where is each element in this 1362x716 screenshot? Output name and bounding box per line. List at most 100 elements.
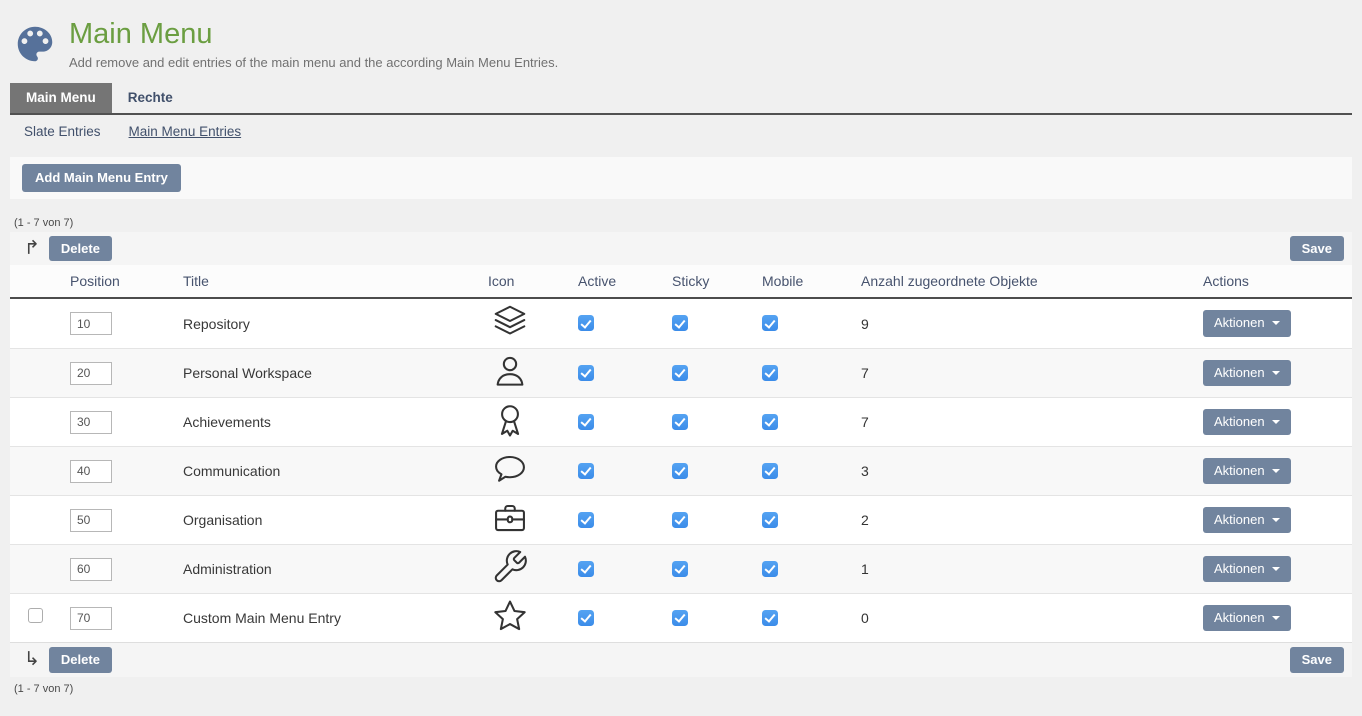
subtab-slate-entries[interactable]: Slate Entries — [24, 124, 101, 139]
aktionen-button[interactable]: Aktionen — [1203, 310, 1291, 337]
caret-down-icon — [1272, 469, 1280, 473]
mobile-checkbox[interactable] — [762, 561, 778, 577]
delete-button-top[interactable]: Delete — [49, 236, 112, 262]
position-input[interactable] — [70, 509, 112, 532]
add-main-menu-entry-button[interactable]: Add Main Menu Entry — [22, 164, 181, 192]
sticky-checkbox[interactable] — [672, 414, 688, 430]
active-checkbox[interactable] — [578, 414, 594, 430]
sticky-checkbox[interactable] — [672, 561, 688, 577]
delete-button-bottom[interactable]: Delete — [49, 647, 112, 673]
table-row: Repository 9 Aktionen — [10, 299, 1352, 348]
column-mobile: Mobile — [762, 273, 861, 289]
row-title: Administration — [183, 561, 460, 577]
assigned-objects-count: 2 — [861, 512, 1203, 528]
mobile-checkbox[interactable] — [762, 463, 778, 479]
tab-rechte[interactable]: Rechte — [112, 83, 189, 113]
mobile-checkbox[interactable] — [762, 610, 778, 626]
save-button-bottom[interactable]: Save — [1290, 647, 1344, 673]
sticky-checkbox[interactable] — [672, 512, 688, 528]
table-toolbar-top: ↱ Delete Save — [10, 232, 1352, 266]
tab-main-menu[interactable]: Main Menu — [10, 83, 112, 113]
page-header: Main Menu Add remove and edit entries of… — [0, 0, 1362, 72]
apply-down-arrow-icon: ↳ — [24, 650, 40, 669]
row-title: Repository — [183, 316, 460, 332]
table-row: Achievements 7 Aktionen — [10, 397, 1352, 446]
caret-down-icon — [1272, 420, 1280, 424]
sticky-checkbox[interactable] — [672, 315, 688, 331]
mobile-checkbox[interactable] — [762, 414, 778, 430]
aktionen-label: Aktionen — [1214, 414, 1265, 430]
star-icon — [488, 597, 532, 635]
position-input[interactable] — [70, 460, 112, 483]
sticky-checkbox[interactable] — [672, 365, 688, 381]
position-input[interactable] — [70, 411, 112, 434]
row-title: Personal Workspace — [183, 365, 460, 381]
table-row: Communication 3 Aktionen — [10, 446, 1352, 495]
table-header-row: Position Title Icon Active Sticky Mobile… — [10, 265, 1352, 299]
row-title: Custom Main Menu Entry — [183, 610, 460, 626]
assigned-objects-count: 0 — [861, 610, 1203, 626]
page-title: Main Menu — [69, 18, 558, 51]
row-title: Achievements — [183, 414, 460, 430]
speech-bubble-icon — [488, 450, 532, 488]
add-toolbar: Add Main Menu Entry — [10, 157, 1352, 199]
active-checkbox[interactable] — [578, 463, 594, 479]
mobile-checkbox[interactable] — [762, 365, 778, 381]
mobile-checkbox[interactable] — [762, 315, 778, 331]
aktionen-label: Aktionen — [1214, 463, 1265, 479]
column-icon: Icon — [460, 273, 578, 289]
aktionen-label: Aktionen — [1214, 610, 1265, 626]
subtab-main-menu-entries[interactable]: Main Menu Entries — [129, 124, 242, 139]
column-anzahl-zugeordnete-objekte: Anzahl zugeordnete Objekte — [861, 273, 1203, 289]
aktionen-button[interactable]: Aktionen — [1203, 409, 1291, 436]
position-input[interactable] — [70, 558, 112, 581]
aktionen-label: Aktionen — [1214, 365, 1265, 381]
aktionen-button[interactable]: Aktionen — [1203, 556, 1291, 583]
pagination-top: (1 - 7 von 7) — [14, 217, 1362, 229]
table-toolbar-bottom: ↳ Delete Save — [10, 642, 1352, 677]
aktionen-button[interactable]: Aktionen — [1203, 360, 1291, 387]
position-input[interactable] — [70, 362, 112, 385]
assigned-objects-count: 1 — [861, 561, 1203, 577]
position-input[interactable] — [70, 312, 112, 335]
aktionen-button[interactable]: Aktionen — [1203, 458, 1291, 485]
save-button-top[interactable]: Save — [1290, 236, 1344, 262]
briefcase-icon — [488, 499, 532, 537]
medal-icon — [488, 401, 532, 439]
active-checkbox[interactable] — [578, 610, 594, 626]
caret-down-icon — [1272, 371, 1280, 375]
table-body: Repository 9 Aktionen Personal Workspace… — [10, 299, 1352, 642]
sticky-checkbox[interactable] — [672, 610, 688, 626]
apply-up-arrow-icon: ↱ — [24, 239, 40, 258]
active-checkbox[interactable] — [578, 512, 594, 528]
table-row: Organisation 2 Aktionen — [10, 495, 1352, 544]
aktionen-label: Aktionen — [1214, 512, 1265, 528]
assigned-objects-count: 9 — [861, 316, 1203, 332]
user-icon — [488, 352, 532, 390]
column-sticky: Sticky — [672, 273, 762, 289]
wrench-icon — [488, 548, 532, 586]
table-row: Custom Main Menu Entry 0 Aktionen — [10, 593, 1352, 642]
assigned-objects-count: 7 — [861, 414, 1203, 430]
assigned-objects-count: 7 — [861, 365, 1203, 381]
column-position: Position — [70, 273, 183, 289]
page-subtitle: Add remove and edit entries of the main … — [69, 55, 558, 70]
column-actions: Actions — [1203, 273, 1352, 289]
active-checkbox[interactable] — [578, 315, 594, 331]
position-input[interactable] — [70, 607, 112, 630]
column-title: Title — [183, 273, 460, 289]
sticky-checkbox[interactable] — [672, 463, 688, 479]
pagination-bottom: (1 - 7 von 7) — [14, 683, 1362, 695]
column-active: Active — [578, 273, 672, 289]
active-checkbox[interactable] — [578, 365, 594, 381]
caret-down-icon — [1272, 616, 1280, 620]
row-select-checkbox[interactable] — [28, 608, 43, 623]
active-checkbox[interactable] — [578, 561, 594, 577]
caret-down-icon — [1272, 321, 1280, 325]
layers-icon — [488, 302, 532, 340]
aktionen-button[interactable]: Aktionen — [1203, 507, 1291, 534]
mobile-checkbox[interactable] — [762, 512, 778, 528]
palette-icon — [12, 21, 60, 72]
main-menu-table: ↱ Delete Save Position Title Icon Active… — [10, 232, 1352, 677]
aktionen-button[interactable]: Aktionen — [1203, 605, 1291, 632]
